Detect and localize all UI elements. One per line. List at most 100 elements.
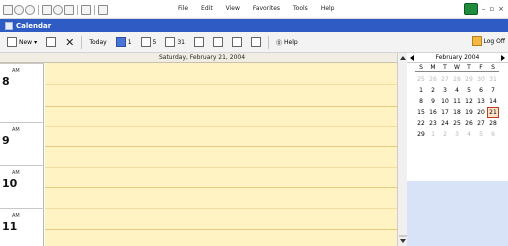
calendar-day[interactable]: 2 — [439, 129, 451, 140]
calendar-day[interactable]: 15 — [415, 107, 427, 118]
stop-icon[interactable] — [53, 5, 63, 15]
calendar-day[interactable]: 24 — [439, 118, 451, 129]
next-month-icon[interactable] — [501, 55, 505, 61]
chevron-down-icon[interactable]: ▾ — [34, 39, 37, 46]
hour-ampm: AM — [12, 170, 20, 176]
forward-icon[interactable] — [25, 5, 35, 15]
options-button[interactable] — [248, 36, 264, 49]
hour-number: 11 — [2, 220, 18, 233]
slot-line — [45, 146, 397, 147]
calendar-day[interactable]: 18 — [451, 107, 463, 118]
dow-label: S — [491, 64, 495, 71]
calendar-day[interactable]: 21 — [487, 107, 499, 118]
calendar-day[interactable]: 3 — [439, 85, 451, 96]
calendar-day[interactable]: 6 — [487, 129, 499, 140]
today-label: Today — [89, 38, 107, 46]
page-icon[interactable] — [81, 5, 91, 15]
new-button[interactable]: New ▾ — [4, 36, 40, 49]
menu-help[interactable]: Help — [321, 5, 335, 12]
separator — [94, 5, 95, 15]
calendar-day[interactable]: 7 — [487, 85, 499, 96]
hour-ampm: AM — [12, 213, 20, 219]
dow-label: F — [479, 64, 483, 71]
home-icon[interactable] — [3, 5, 13, 15]
right-pane: February 2004 SMTWTFS 25 26 27 28 29 30 31 1 2 3 4… — [407, 53, 508, 246]
calendar-day[interactable]: 9 — [427, 96, 439, 107]
calendar-day[interactable]: 5 — [463, 85, 475, 96]
calendar-day[interactable]: 12 — [463, 96, 475, 107]
calendar-day[interactable]: 26 — [463, 118, 475, 129]
calendar-day[interactable]: 20 — [475, 107, 487, 118]
dow-label: S — [419, 64, 423, 71]
menu-view[interactable]: View — [226, 5, 240, 12]
print-button[interactable] — [43, 36, 59, 49]
calendar-day[interactable]: 17 — [439, 107, 451, 118]
scroll-thumb[interactable] — [399, 235, 407, 237]
options-icon — [250, 37, 261, 47]
calendar-day[interactable]: 11 — [451, 96, 463, 107]
scroll-up-icon[interactable] — [400, 56, 406, 60]
week-view-button[interactable]: 5 — [138, 36, 160, 49]
calendar-day[interactable]: 31 — [487, 74, 499, 85]
calendar-day[interactable]: 6 — [475, 85, 487, 96]
vertical-scrollbar[interactable] — [397, 53, 407, 246]
calendar-day[interactable]: 16 — [427, 107, 439, 118]
calendar-day[interactable]: 8 — [415, 96, 427, 107]
back-icon[interactable] — [14, 5, 24, 15]
calendar-day[interactable]: 3 — [451, 129, 463, 140]
close-icon[interactable]: × — [498, 5, 504, 13]
maximize-icon[interactable]: ▫ — [489, 5, 494, 13]
help-icon: ⓪ — [275, 39, 282, 47]
calendar-day[interactable]: 5 — [475, 129, 487, 140]
calendar-day[interactable]: 22 — [415, 118, 427, 129]
today-button[interactable]: Today — [86, 36, 109, 49]
time-slots[interactable] — [45, 63, 397, 246]
minimize-icon[interactable]: – — [482, 5, 486, 13]
slot-line — [45, 106, 397, 107]
calendar-day[interactable]: 14 — [487, 96, 499, 107]
calendar-day[interactable]: 30 — [475, 74, 487, 85]
overflow-icon[interactable] — [98, 5, 108, 15]
log-off-button[interactable]: Log Off — [471, 36, 505, 46]
menu-tools[interactable]: Tools — [293, 5, 308, 12]
prev-month-icon[interactable] — [410, 55, 414, 61]
calendar-day[interactable]: 25 — [415, 74, 427, 85]
delete-button[interactable]: ✕ — [62, 36, 77, 49]
calendar-day[interactable]: 29 — [415, 129, 427, 140]
calendar-day[interactable]: 2 — [427, 85, 439, 96]
find-button[interactable] — [210, 36, 226, 49]
menu-favorites[interactable]: Favorites — [253, 5, 280, 12]
menu-bar: File Edit View Favorites Tools Help — [178, 5, 335, 12]
day-view-icon — [115, 37, 126, 47]
calendar-day[interactable]: 10 — [439, 96, 451, 107]
month-view-button[interactable]: 31 — [162, 36, 188, 49]
title-bar: File Edit View Favorites Tools Help – ▫ … — [0, 0, 508, 19]
refresh-button[interactable] — [191, 36, 207, 49]
calendar-day[interactable]: 4 — [463, 129, 475, 140]
help-button[interactable]: ⓪ Help — [273, 36, 301, 49]
calendar-day[interactable]: 13 — [475, 96, 487, 107]
print-icon[interactable] — [64, 5, 74, 15]
calendar-day[interactable]: 26 — [427, 74, 439, 85]
calendar-day[interactable]: 1 — [415, 85, 427, 96]
refresh-icon[interactable] — [42, 5, 52, 15]
calendar-day[interactable]: 27 — [475, 118, 487, 129]
address-book-button[interactable] — [229, 36, 245, 49]
calendar-day[interactable]: 1 — [427, 129, 439, 140]
calendar-day[interactable]: 4 — [451, 85, 463, 96]
help-label: Help — [284, 38, 298, 46]
day-view-button[interactable]: 1 — [113, 36, 135, 49]
calendar-day[interactable]: 28 — [487, 118, 499, 129]
calendar-day[interactable]: 25 — [451, 118, 463, 129]
calendar-day[interactable]: 19 — [463, 107, 475, 118]
calendar-day[interactable]: 23 — [427, 118, 439, 129]
calendar-day[interactable]: 29 — [463, 74, 475, 85]
calendar-day[interactable]: 28 — [451, 74, 463, 85]
menu-edit[interactable]: Edit — [201, 5, 213, 12]
dow-label: M — [430, 64, 436, 71]
calendar-day[interactable]: 27 — [439, 74, 451, 85]
menu-file[interactable]: File — [178, 5, 188, 12]
hour-number: 8 — [2, 75, 10, 88]
window-controls: – ▫ × — [463, 3, 504, 15]
scroll-down-icon[interactable] — [400, 239, 406, 243]
